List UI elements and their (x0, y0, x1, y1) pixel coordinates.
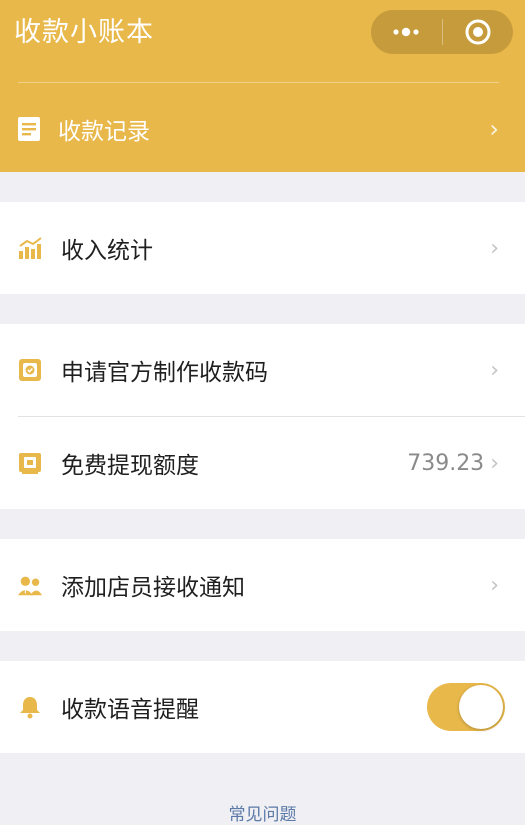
add-staff-row[interactable]: 添加店员接收通知 › (0, 539, 525, 631)
chevron-right-icon: › (490, 450, 499, 476)
app-header: 收款小账本 收款记录 › (0, 0, 525, 172)
voice-group: 收款语音提醒 (0, 661, 525, 753)
free-withdraw-value: 739.23 (407, 450, 485, 476)
faq-link[interactable]: 常见问题 (0, 800, 525, 825)
chevron-right-icon: › (490, 572, 499, 598)
records-label: 收款记录 (58, 119, 150, 145)
voice-alert-toggle[interactable] (427, 683, 505, 731)
page-title: 收款小账本 (14, 17, 154, 48)
bar-chart-icon (17, 236, 43, 260)
stats-group: 收入统计 › (0, 202, 525, 294)
staff-group: 添加店员接收通知 › (0, 539, 525, 631)
voice-alert-label: 收款语音提醒 (61, 697, 199, 723)
close-button[interactable] (443, 10, 514, 54)
apply-code-label: 申请官方制作收款码 (61, 360, 268, 386)
toggle-knob (459, 685, 503, 729)
payment-code-group: 申请官方制作收款码 › 免费提现额度 739.23 › (0, 324, 525, 509)
free-withdraw-row[interactable]: 免费提现额度 739.23 › (0, 417, 525, 509)
chevron-right-icon: › (490, 235, 499, 261)
more-dots-icon (393, 27, 419, 37)
records-row[interactable]: 收款记录 › (0, 96, 525, 162)
document-icon (17, 116, 43, 142)
bell-icon (17, 695, 43, 719)
more-button[interactable] (371, 10, 442, 54)
voice-alert-row: 收款语音提醒 (0, 661, 525, 753)
income-stats-row[interactable]: 收入统计 › (0, 202, 525, 294)
chevron-right-icon: › (490, 357, 499, 383)
header-divider (18, 82, 499, 83)
add-staff-label: 添加店员接收通知 (61, 575, 245, 601)
chevron-right-icon: › (489, 115, 499, 143)
miniprogram-capsule (371, 10, 513, 54)
free-withdraw-label: 免费提现额度 (61, 453, 199, 479)
withdraw-card-icon (17, 451, 43, 475)
income-stats-label: 收入统计 (61, 238, 153, 264)
staff-icon (17, 573, 43, 597)
target-close-icon (465, 19, 491, 45)
qr-code-icon (17, 358, 43, 382)
apply-code-row[interactable]: 申请官方制作收款码 › (0, 324, 525, 416)
